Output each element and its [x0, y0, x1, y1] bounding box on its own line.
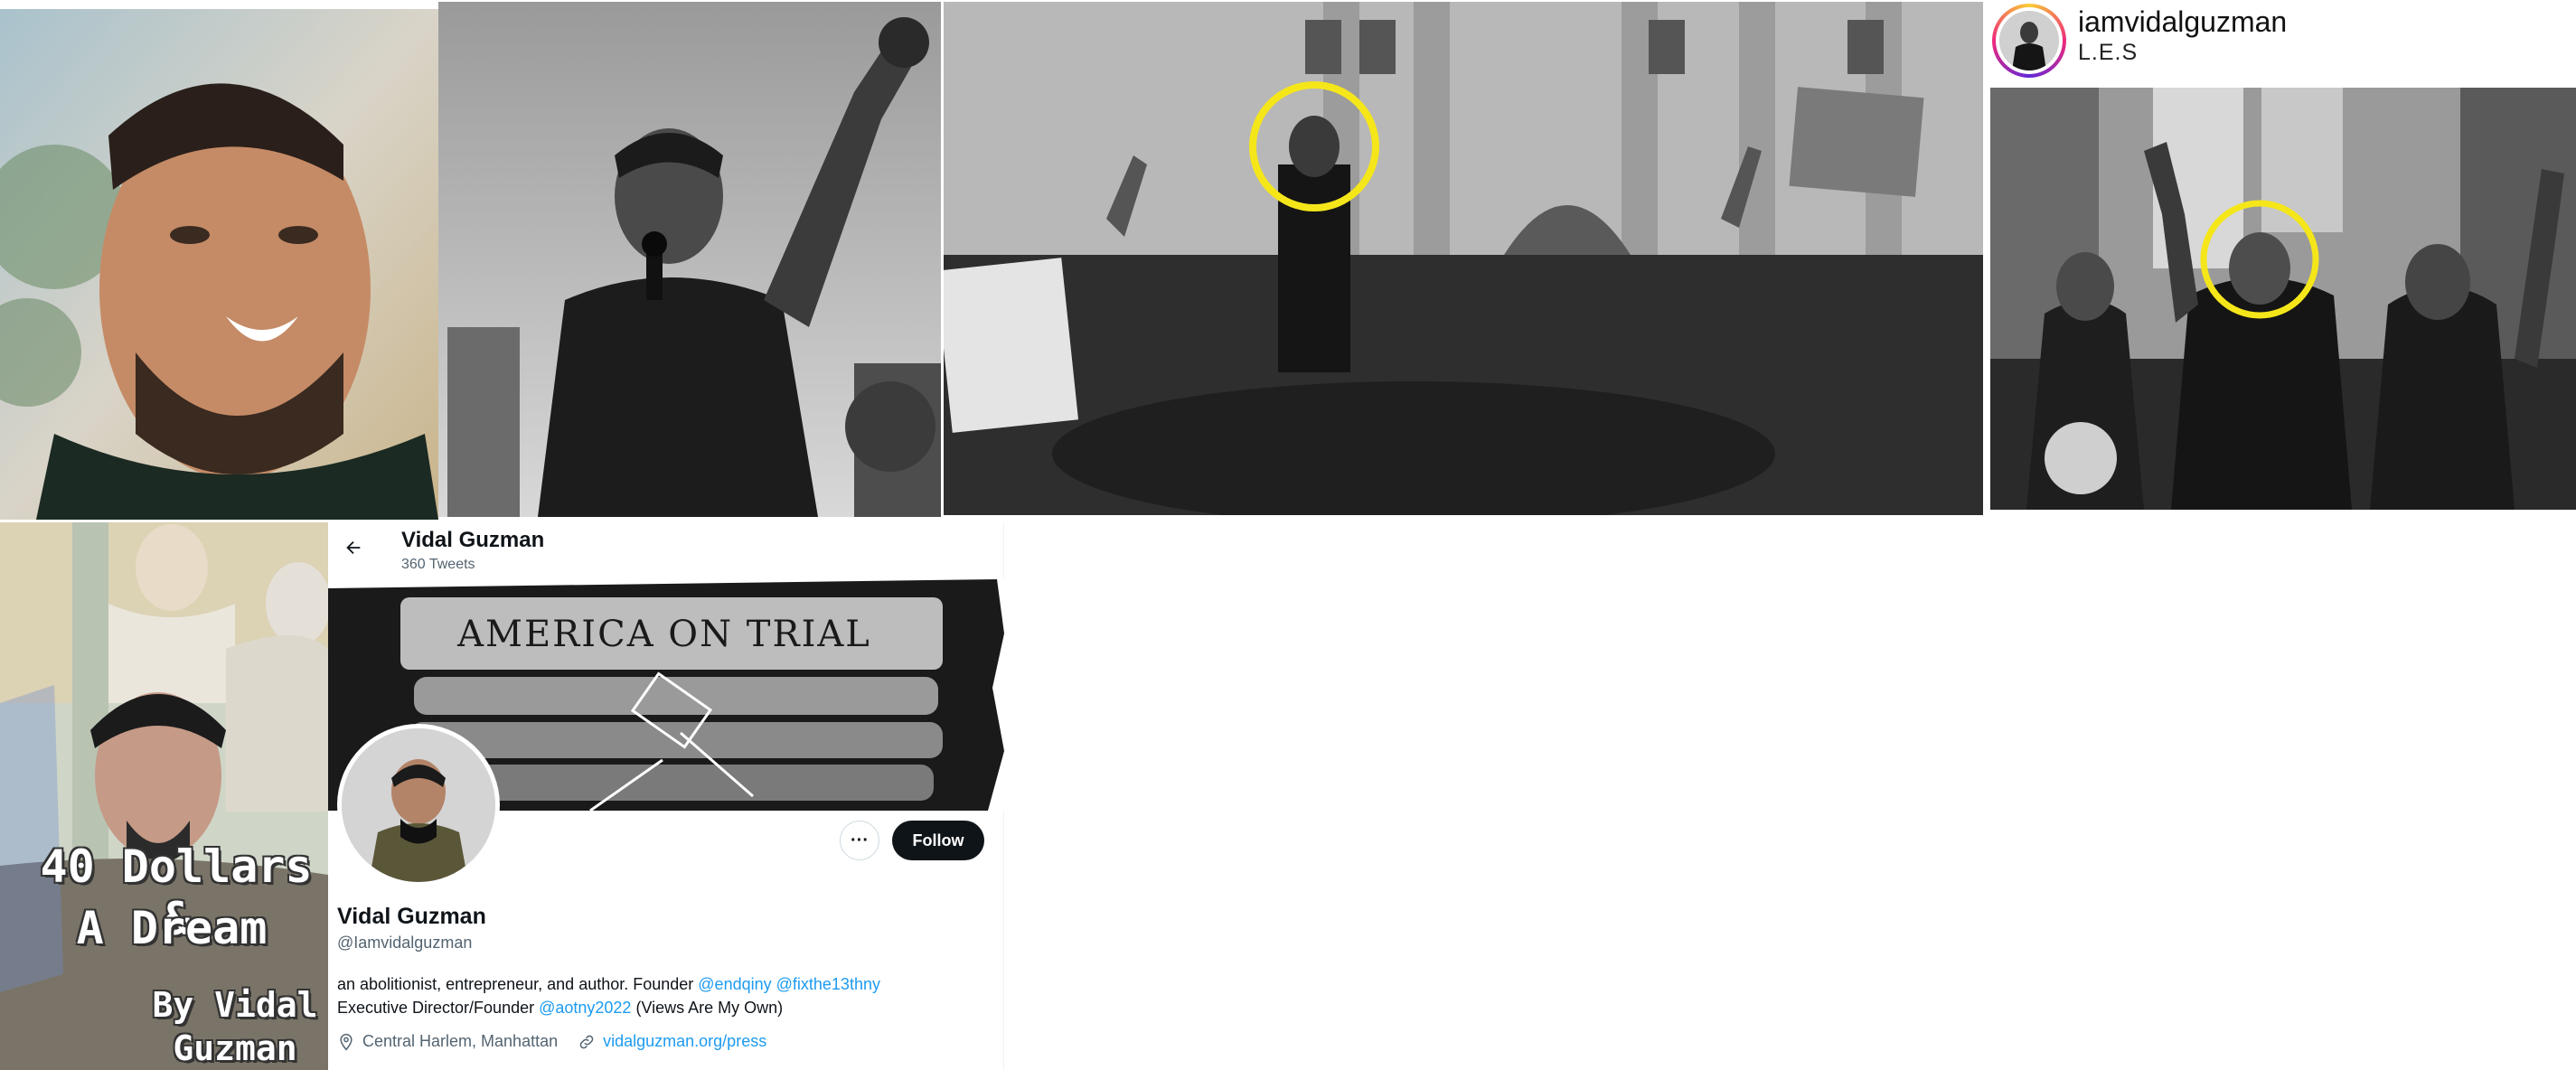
- mention-endqiny[interactable]: @endqiny: [698, 975, 771, 993]
- banner-title: AMERICA ON TRIAL: [457, 614, 871, 655]
- instagram-username[interactable]: iamvidalguzman: [2078, 5, 2287, 39]
- profile-meta: Central Harlem, Manhattan vidalguzman.or…: [337, 1032, 766, 1051]
- profile-display-name: Vidal Guzman: [337, 904, 486, 929]
- profile-website-link[interactable]: vidalguzman.org/press: [603, 1032, 766, 1051]
- twitter-profile: Vidal Guzman 360 Tweets AMERICA ON TRIAL…: [328, 522, 1004, 1070]
- arrow-left-icon: [346, 540, 361, 555]
- mention-aotny2022[interactable]: @aotny2022: [539, 999, 631, 1017]
- book-cover-image: 40 Dollars & A Dream By Vidal Guzman: [0, 522, 328, 1070]
- book-title-line-2: A Dream: [76, 902, 268, 954]
- mention-fixthe13thny[interactable]: @fixthe13thny: [776, 975, 880, 993]
- profile-location: Central Harlem, Manhattan: [362, 1032, 559, 1050]
- tweet-count: 360 Tweets: [401, 557, 475, 572]
- rally-photo: [944, 2, 1983, 515]
- bio-text-2: Executive Director/Founder: [337, 999, 540, 1017]
- follow-button[interactable]: Follow: [892, 821, 984, 860]
- back-button[interactable]: [337, 531, 370, 564]
- profile-handle: @Iamvidalguzman: [337, 934, 473, 952]
- bio-line-1: an abolitionist, entrepreneur, and autho…: [337, 972, 988, 996]
- map-pin-icon: [340, 1033, 353, 1050]
- book-author-line-1: By Vidal: [152, 985, 318, 1025]
- header-profile-name: Vidal Guzman: [401, 528, 545, 552]
- bio-text-1: an abolitionist, entrepreneur, and autho…: [337, 975, 699, 993]
- link-icon: [579, 1035, 594, 1048]
- portrait-photo: [0, 9, 438, 520]
- speaker-with-mic-photo: [438, 2, 941, 517]
- profile-avatar[interactable]: [337, 724, 500, 887]
- book-author: By Vidal Guzman: [136, 983, 328, 1070]
- more-options-button[interactable]: ···: [840, 821, 879, 860]
- bio-line-2: Executive Director/Founder @aotny2022 (V…: [337, 996, 988, 1019]
- instagram-location[interactable]: L.E.S: [2078, 40, 2138, 66]
- instagram-avatar[interactable]: [1992, 4, 2066, 78]
- bio-text-3: (Views Are My Own): [631, 999, 784, 1017]
- book-author-line-2: Guzman: [173, 1028, 297, 1068]
- instagram-post-photo: [1990, 88, 2576, 510]
- profile-bio: an abolitionist, entrepreneur, and autho…: [337, 972, 988, 1019]
